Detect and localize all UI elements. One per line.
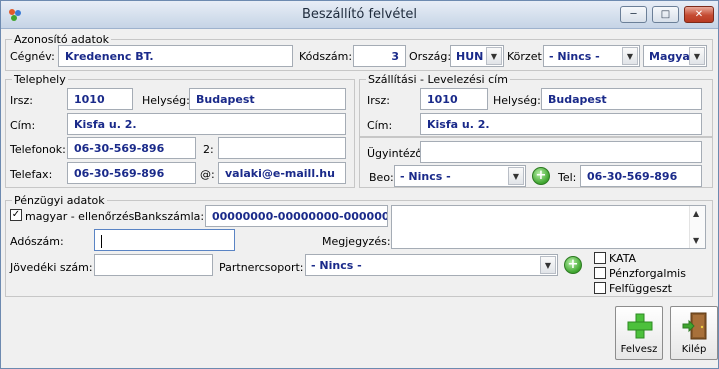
cashflow-label: Pénzforgalmis: [609, 267, 686, 280]
excise-input[interactable]: [94, 254, 213, 276]
exit-button[interactable]: Kilép: [670, 306, 718, 360]
site-phone2-label: 2:: [203, 143, 214, 156]
window-title: Beszállító felvétel: [301, 7, 418, 22]
tel-input[interactable]: 06-30-569-896: [580, 165, 702, 187]
district-value: - Nincs -: [549, 50, 600, 63]
excise-label: Jövedéki szám:: [10, 261, 93, 274]
site-address-label: Cím:: [10, 119, 36, 132]
scroll-up-icon[interactable]: ▲: [693, 209, 699, 218]
ship-address-input[interactable]: Kisfa u. 2.: [420, 113, 702, 135]
exit-label: Kilép: [681, 344, 707, 355]
title-bar[interactable]: Beszállító felvétel ─ □ ✕: [1, 1, 718, 29]
site-zip-input[interactable]: 1010: [67, 88, 133, 110]
chevron-down-icon[interactable]: ▼: [508, 167, 524, 185]
bank-label: Bankszámla:: [134, 210, 205, 223]
country-select[interactable]: HUN ▼: [450, 45, 504, 67]
chevron-down-icon[interactable]: ▼: [622, 47, 638, 65]
chevron-down-icon[interactable]: ▼: [486, 47, 502, 65]
note-scrollbar[interactable]: ▲ ▼: [689, 206, 705, 248]
partner-group-select[interactable]: - Nincs - ▼: [305, 254, 558, 276]
site-phone-label: Telefonok:: [10, 143, 66, 156]
hu-check-checkbox[interactable]: ✓: [10, 209, 22, 221]
ship-address-label: Cím:: [367, 119, 393, 132]
bank-input[interactable]: 00000000-00000000-00000000: [205, 205, 388, 227]
agent-input[interactable]: [420, 141, 702, 163]
note-textarea[interactable]: ▲ ▼: [391, 205, 706, 249]
site-phone-input[interactable]: 06-30-569-896: [67, 137, 196, 159]
buyer-select[interactable]: - Nincs - ▼: [394, 165, 526, 187]
site-fax-input[interactable]: 06-30-569-896: [67, 162, 196, 184]
country-label: Ország:: [409, 50, 452, 63]
plus-icon: [627, 313, 653, 339]
hu-check-label: magyar - ellenőrzés: [25, 210, 135, 223]
company-input[interactable]: Kredenenc BT.: [58, 45, 293, 67]
scroll-down-icon[interactable]: ▼: [693, 236, 699, 245]
suspended-label: Felfüggeszt: [609, 282, 672, 295]
add-partner-group-button[interactable]: +: [564, 256, 582, 274]
buyer-label: Beo:: [369, 171, 394, 184]
suspended-checkbox[interactable]: [594, 282, 606, 294]
plus-icon: +: [535, 168, 547, 183]
country-value: HUN: [456, 50, 484, 63]
site-legend: Telephely: [14, 73, 66, 86]
tax-input[interactable]: [94, 229, 235, 251]
finance-legend: Pénzügyi adatok: [14, 194, 105, 207]
plus-icon: +: [567, 257, 579, 272]
chevron-down-icon[interactable]: ▼: [540, 256, 556, 274]
minimize-button[interactable]: ─: [620, 6, 647, 23]
ship-zip-input[interactable]: 1010: [420, 88, 488, 110]
site-address-input[interactable]: Kisfa u. 2.: [67, 113, 346, 135]
close-icon: ✕: [694, 9, 704, 20]
add-buyer-button[interactable]: +: [532, 167, 550, 185]
ship-zip-label: Irsz:: [367, 94, 390, 107]
text-caret: [101, 234, 102, 248]
site-zip-label: Irsz:: [10, 94, 33, 107]
chevron-down-icon[interactable]: ▼: [689, 47, 705, 65]
site-city-label: Helység:: [142, 94, 190, 107]
add-supplier-label: Felvesz: [620, 344, 658, 355]
company-label: Cégnév:: [10, 50, 55, 63]
check-icon: ✓: [11, 209, 21, 220]
code-label: Kódszám:: [299, 50, 353, 63]
agent-label: Ügyintéző:: [367, 147, 426, 160]
site-phone2-input[interactable]: [218, 137, 346, 159]
maximize-icon: □: [660, 9, 671, 20]
district-label: Körzet:: [507, 50, 546, 63]
kata-label: KATA: [609, 252, 637, 265]
buyer-value: - Nincs -: [400, 170, 451, 183]
close-button[interactable]: ✕: [684, 6, 714, 23]
language-select[interactable]: Magyar ▼: [643, 45, 707, 67]
kata-checkbox[interactable]: [594, 252, 606, 264]
site-city-input[interactable]: Budapest: [189, 88, 346, 110]
minimize-icon: ─: [630, 9, 637, 20]
tel-label: Tel:: [558, 171, 577, 184]
ship-city-input[interactable]: Budapest: [541, 88, 702, 110]
partner-group-value: - Nincs -: [311, 259, 362, 272]
supplier-dialog: Beszállító felvétel ─ □ ✕ Azonosító adat…: [0, 0, 719, 369]
partner-group-label: Partnercsoport:: [219, 261, 304, 274]
district-select[interactable]: - Nincs - ▼: [543, 45, 640, 67]
ship-city-label: Helység:: [493, 94, 541, 107]
maximize-button[interactable]: □: [652, 6, 679, 23]
door-exit-icon: [682, 312, 707, 340]
tax-label: Adószám:: [10, 235, 64, 248]
site-email-input[interactable]: valaki@e-maill.hu: [218, 162, 346, 184]
code-input[interactable]: 3: [353, 45, 406, 67]
note-label: Megjegyzés:: [322, 235, 391, 248]
shipping-legend: Szállítási - Levelezési cím: [368, 73, 508, 86]
add-supplier-button[interactable]: Felvesz: [615, 306, 663, 360]
site-email-label: @:: [200, 168, 215, 181]
cashflow-checkbox[interactable]: [594, 267, 606, 279]
site-fax-label: Telefax:: [10, 168, 53, 181]
